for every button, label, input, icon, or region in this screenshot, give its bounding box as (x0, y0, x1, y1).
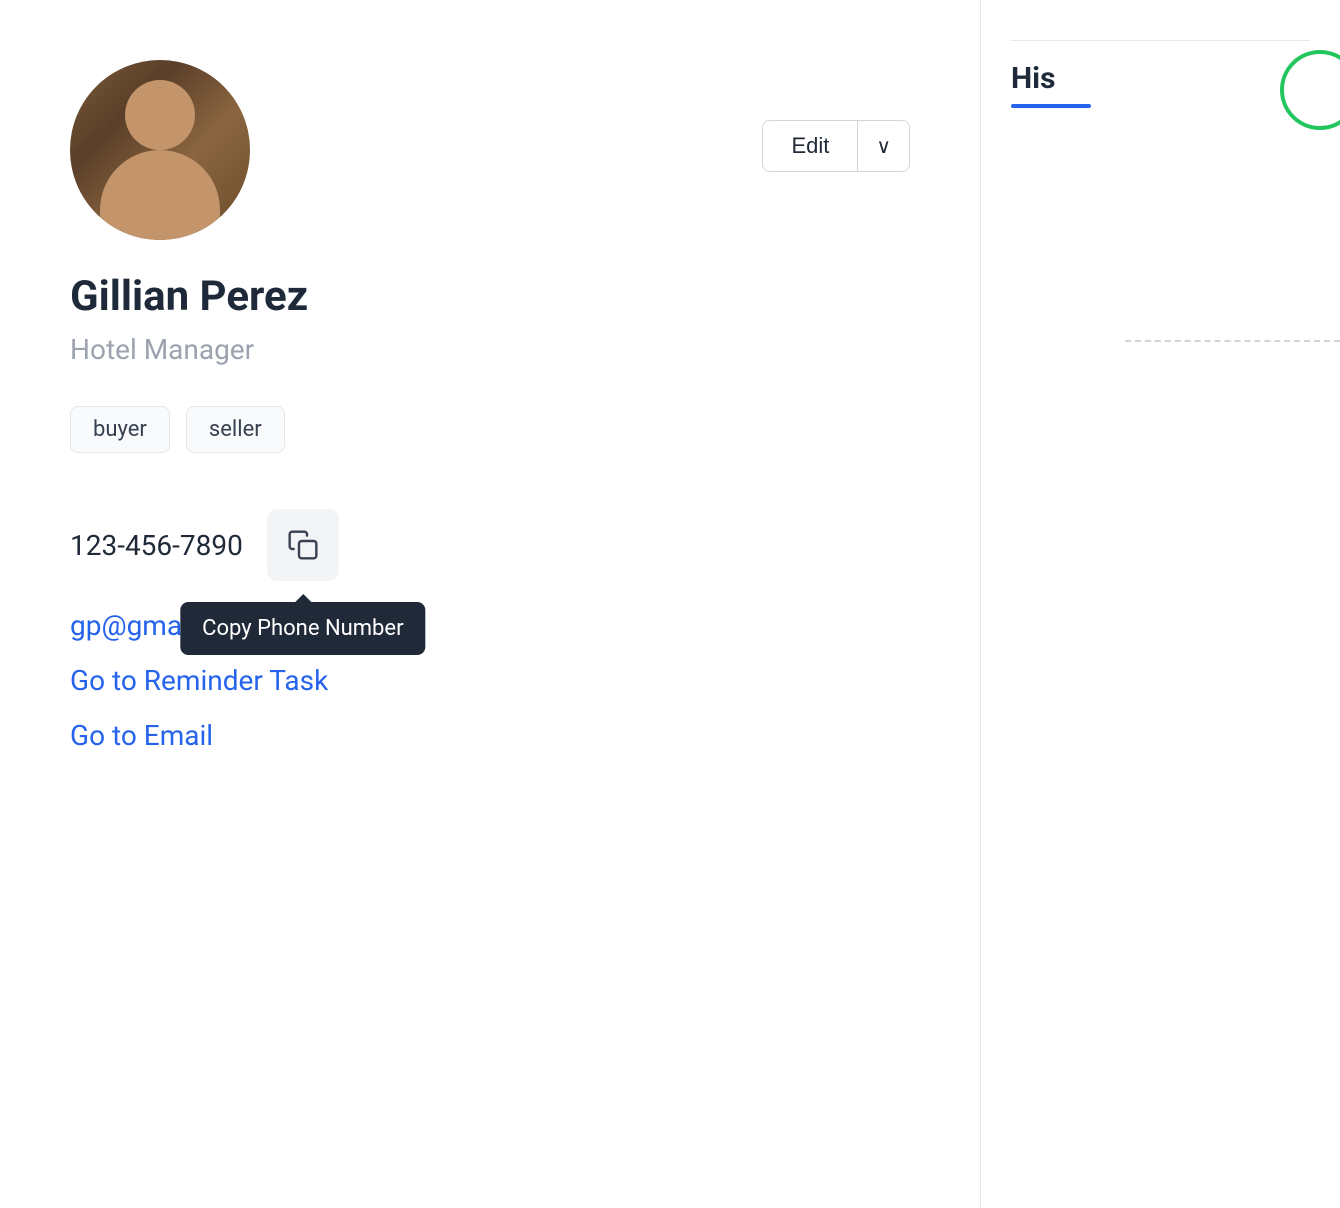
tag-seller: seller (186, 406, 285, 453)
edit-button-group: Edit ∨ (762, 120, 910, 172)
phone-row: 123-456-7890 Copy Phone Number (70, 509, 910, 581)
copy-phone-button[interactable] (267, 509, 339, 581)
left-panel: Edit ∨ Gillian Perez Hotel Manager buyer… (0, 0, 980, 1208)
chevron-down-button[interactable]: ∨ (858, 121, 909, 171)
contact-role: Hotel Manager (70, 333, 910, 366)
avatar-image (70, 60, 250, 240)
tags-row: buyer seller (70, 406, 910, 453)
copy-button-wrapper: Copy Phone Number (267, 509, 339, 581)
avatar (70, 60, 250, 240)
header-actions: Edit ∨ (762, 120, 910, 172)
contact-name: Gillian Perez (70, 272, 910, 321)
page-container: Edit ∨ Gillian Perez Hotel Manager buyer… (0, 0, 1340, 1208)
contact-info: 123-456-7890 Copy Phone Number gp@gmail.… (70, 509, 910, 752)
phone-number: 123-456-7890 (70, 529, 243, 562)
avatar-container (70, 60, 250, 240)
reminder-task-link[interactable]: Go to Reminder Task (70, 664, 910, 697)
header-row: Edit ∨ (70, 60, 910, 272)
edit-button[interactable]: Edit (763, 121, 858, 171)
right-panel-divider (1011, 40, 1310, 41)
right-panel-tab-indicator (1011, 104, 1091, 108)
copy-phone-tooltip: Copy Phone Number (180, 602, 425, 655)
right-panel: His (980, 0, 1340, 1208)
dotted-line (1125, 340, 1340, 342)
copy-icon (287, 529, 319, 561)
right-panel-title: His (1011, 61, 1310, 96)
email-action-link[interactable]: Go to Email (70, 719, 910, 752)
tag-buyer: buyer (70, 406, 170, 453)
